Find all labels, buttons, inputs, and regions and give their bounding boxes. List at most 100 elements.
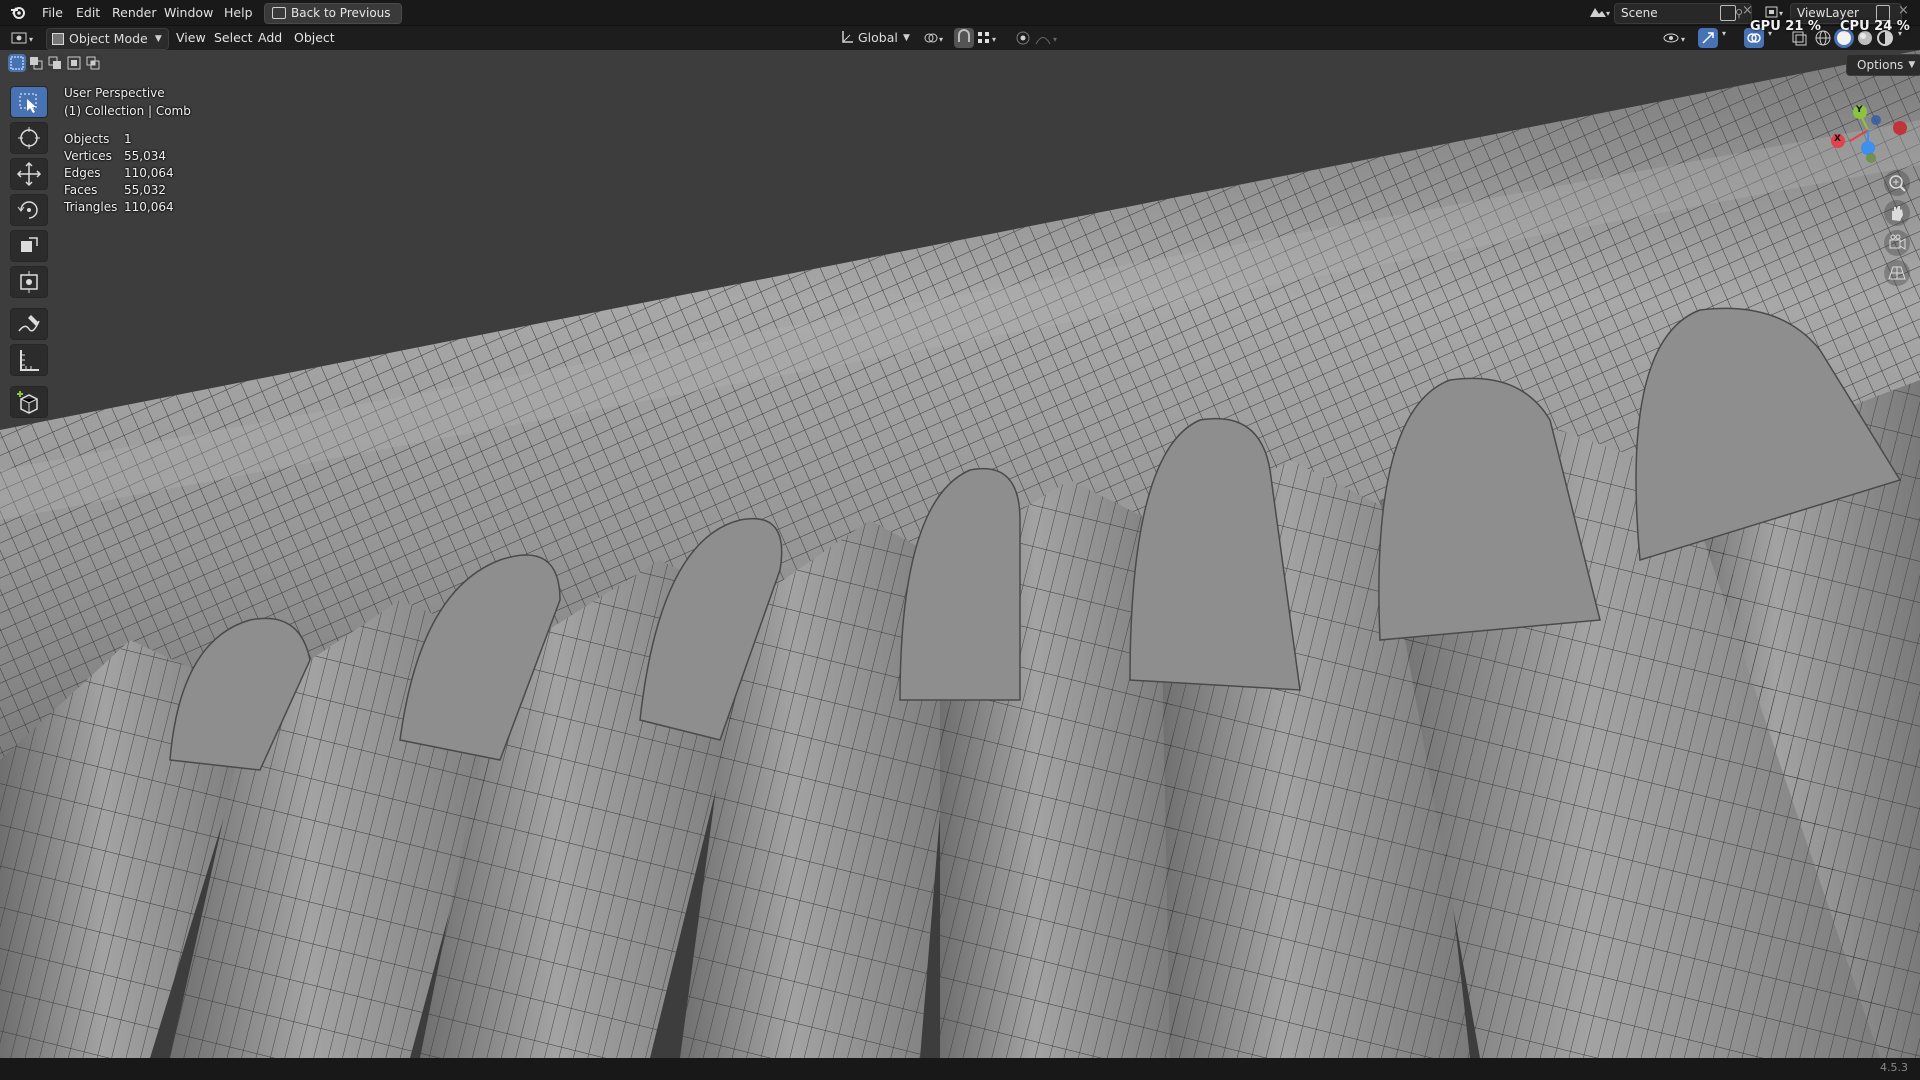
- perspective-toggle-icon[interactable]: [1884, 260, 1910, 286]
- falloff-icon[interactable]: ▾: [1034, 29, 1062, 47]
- stat-label: Triangles: [64, 200, 118, 214]
- stat-value: 55,034: [124, 149, 166, 163]
- add-cube-icon: [17, 391, 38, 414]
- cursor-tool[interactable]: [10, 122, 48, 154]
- object-mode-dropdown[interactable]: Object Mode ▼: [46, 28, 169, 50]
- snap-toggle-icon[interactable]: [954, 28, 974, 48]
- select-extend-icon[interactable]: [27, 54, 45, 72]
- header-menu-add[interactable]: Add: [250, 27, 290, 49]
- scene-icon[interactable]: ▾: [1586, 4, 1612, 21]
- camera-view-icon[interactable]: [1884, 230, 1910, 256]
- menu-edit[interactable]: Edit: [68, 0, 108, 25]
- svg-text:▾: ▾: [1053, 35, 1057, 44]
- gizmo-dropdown-icon[interactable]: ▾: [1722, 29, 1726, 38]
- stat-row: Faces 55,032: [64, 183, 166, 200]
- move-tool[interactable]: [10, 158, 48, 190]
- viewlayer-icon[interactable]: ▾: [1764, 5, 1788, 20]
- svg-text:▾: ▾: [939, 35, 943, 44]
- back-label: Back to Previous: [291, 6, 391, 20]
- comb-mesh-render: [0, 50, 1920, 1058]
- gizmo-x-label: X: [1834, 134, 1841, 144]
- svg-text:▾: ▾: [1606, 9, 1610, 18]
- transform-orientation-dropdown[interactable]: Global ▼: [838, 28, 916, 48]
- snap-target-icon[interactable]: ▾: [976, 29, 1002, 47]
- svg-text:▾: ▾: [992, 35, 996, 44]
- annotate-tool[interactable]: [10, 308, 48, 340]
- select-intersect-icon[interactable]: [84, 54, 102, 72]
- zoom-icon[interactable]: [1884, 170, 1910, 196]
- select-box-tool[interactable]: [10, 86, 48, 118]
- navigation-gizmo[interactable]: Y X: [1820, 80, 1920, 180]
- select-subtract-icon[interactable]: [46, 54, 64, 72]
- gizmo-toggle-icon[interactable]: [1698, 28, 1718, 48]
- rotate-tool[interactable]: [10, 194, 48, 226]
- top-bar: File Edit Render Window Help Back to Pre…: [0, 0, 1920, 26]
- mode-label: Object Mode: [69, 31, 148, 46]
- scale-icon: [21, 237, 38, 252]
- gizmo-y-label: Y: [1856, 105, 1863, 115]
- chevron-down-icon: ▼: [902, 33, 910, 43]
- scale-tool[interactable]: [10, 230, 48, 262]
- stat-row: Vertices 55,034: [64, 149, 166, 166]
- stat-row: Edges 110,064: [64, 166, 174, 183]
- new-scene-icon[interactable]: [1720, 5, 1736, 21]
- stat-value: 110,064: [124, 200, 174, 214]
- pivot-point-icon[interactable]: ▾: [922, 29, 948, 47]
- stat-label: Vertices: [64, 149, 112, 163]
- object-cube-icon: [52, 33, 64, 45]
- stat-label: Objects: [64, 132, 110, 146]
- cursor-icon: [18, 127, 40, 149]
- back-to-previous-button[interactable]: Back to Previous: [264, 3, 402, 24]
- svg-text:▾: ▾: [1681, 35, 1685, 44]
- stat-value: 110,064: [124, 166, 174, 180]
- header-menu-object[interactable]: Object: [286, 27, 343, 49]
- blender-logo-icon[interactable]: [10, 5, 26, 20]
- viewlayer-name: ViewLayer: [1797, 6, 1859, 20]
- proportional-edit-icon[interactable]: [1014, 29, 1032, 47]
- pan-hand-icon[interactable]: [1884, 200, 1910, 226]
- delete-scene-icon[interactable]: ×: [1742, 3, 1753, 18]
- version-label: 4.5.3: [1880, 1061, 1908, 1074]
- select-invert-icon[interactable]: [65, 54, 83, 72]
- stat-value: 55,032: [124, 183, 166, 197]
- orientation-icon: [840, 28, 854, 52]
- svg-text:▾: ▾: [29, 35, 33, 44]
- rotate-icon: [17, 201, 38, 219]
- svg-text:▾: ▾: [1779, 9, 1783, 18]
- options-label: Options: [1857, 58, 1904, 72]
- screen-icon: [272, 7, 286, 19]
- view-perspective-label: User Perspective: [64, 86, 165, 100]
- gpu-usage: GPU 21 %: [1750, 19, 1821, 34]
- transform-icon: [20, 271, 38, 293]
- cpu-usage: CPU 24 %: [1840, 19, 1910, 34]
- transform-tool[interactable]: [10, 266, 48, 298]
- measure-tool[interactable]: [10, 344, 48, 376]
- stat-value: 1: [124, 132, 132, 146]
- select-box-icon: [19, 93, 37, 113]
- collection-label: (1) Collection | Comb: [64, 104, 191, 118]
- stat-label: Faces: [64, 183, 98, 197]
- selection-mode-group: [8, 54, 104, 72]
- menu-file[interactable]: File: [34, 0, 71, 25]
- measure-icon: [20, 350, 39, 371]
- menu-help[interactable]: Help: [216, 0, 261, 25]
- visibility-icon[interactable]: ▾: [1662, 29, 1690, 47]
- add-cube-tool[interactable]: [10, 386, 48, 418]
- menu-window[interactable]: Window: [156, 0, 221, 25]
- scene-name: Scene: [1621, 6, 1658, 20]
- stat-label: Edges: [64, 166, 101, 180]
- annotate-icon: [18, 315, 40, 332]
- 3d-viewport[interactable]: User Perspective (1) Collection | Comb O…: [0, 50, 1920, 1058]
- options-dropdown[interactable]: Options ▼: [1846, 54, 1920, 76]
- move-icon: [16, 161, 42, 187]
- select-new-icon[interactable]: [8, 54, 26, 72]
- scene-statistics: Objects 1 Vertices 55,034 Edges 110,064 …: [64, 132, 174, 217]
- stat-row: Triangles 110,064: [64, 200, 174, 217]
- chevron-down-icon: ▼: [1908, 60, 1916, 70]
- delete-viewlayer-icon[interactable]: ×: [1898, 3, 1909, 18]
- transform-label: Global: [858, 30, 898, 45]
- chevron-down-icon: ▼: [154, 34, 162, 44]
- editor-type-icon[interactable]: ▾: [10, 29, 40, 47]
- stat-row: Objects 1: [64, 132, 132, 149]
- status-bar: [0, 1058, 1920, 1080]
